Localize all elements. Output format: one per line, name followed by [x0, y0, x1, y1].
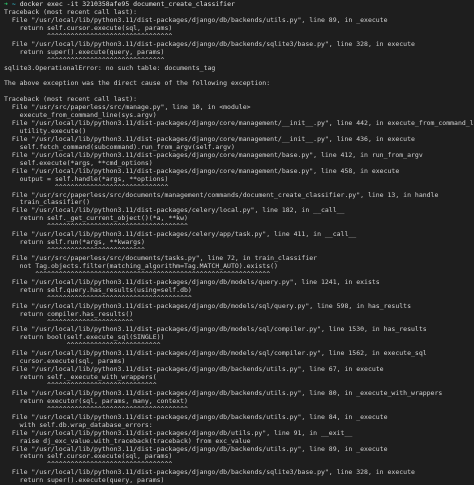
terminal-window[interactable]: ➜ ~ docker exec -it 3210358afe95 documen… [0, 0, 474, 485]
output-line: The above exception was the direct cause… [4, 79, 271, 88]
prompt-cwd: ~ [11, 0, 16, 8]
terminal-output: Traceback (most recent call last): File … [4, 8, 474, 485]
output-line: sqlite3.OperationalError: no such table:… [4, 63, 216, 72]
prompt-command: docker exec -it 3210358afe95 document_cr… [19, 0, 235, 8]
prompt-arrow-icon: ➜ [4, 0, 8, 8]
